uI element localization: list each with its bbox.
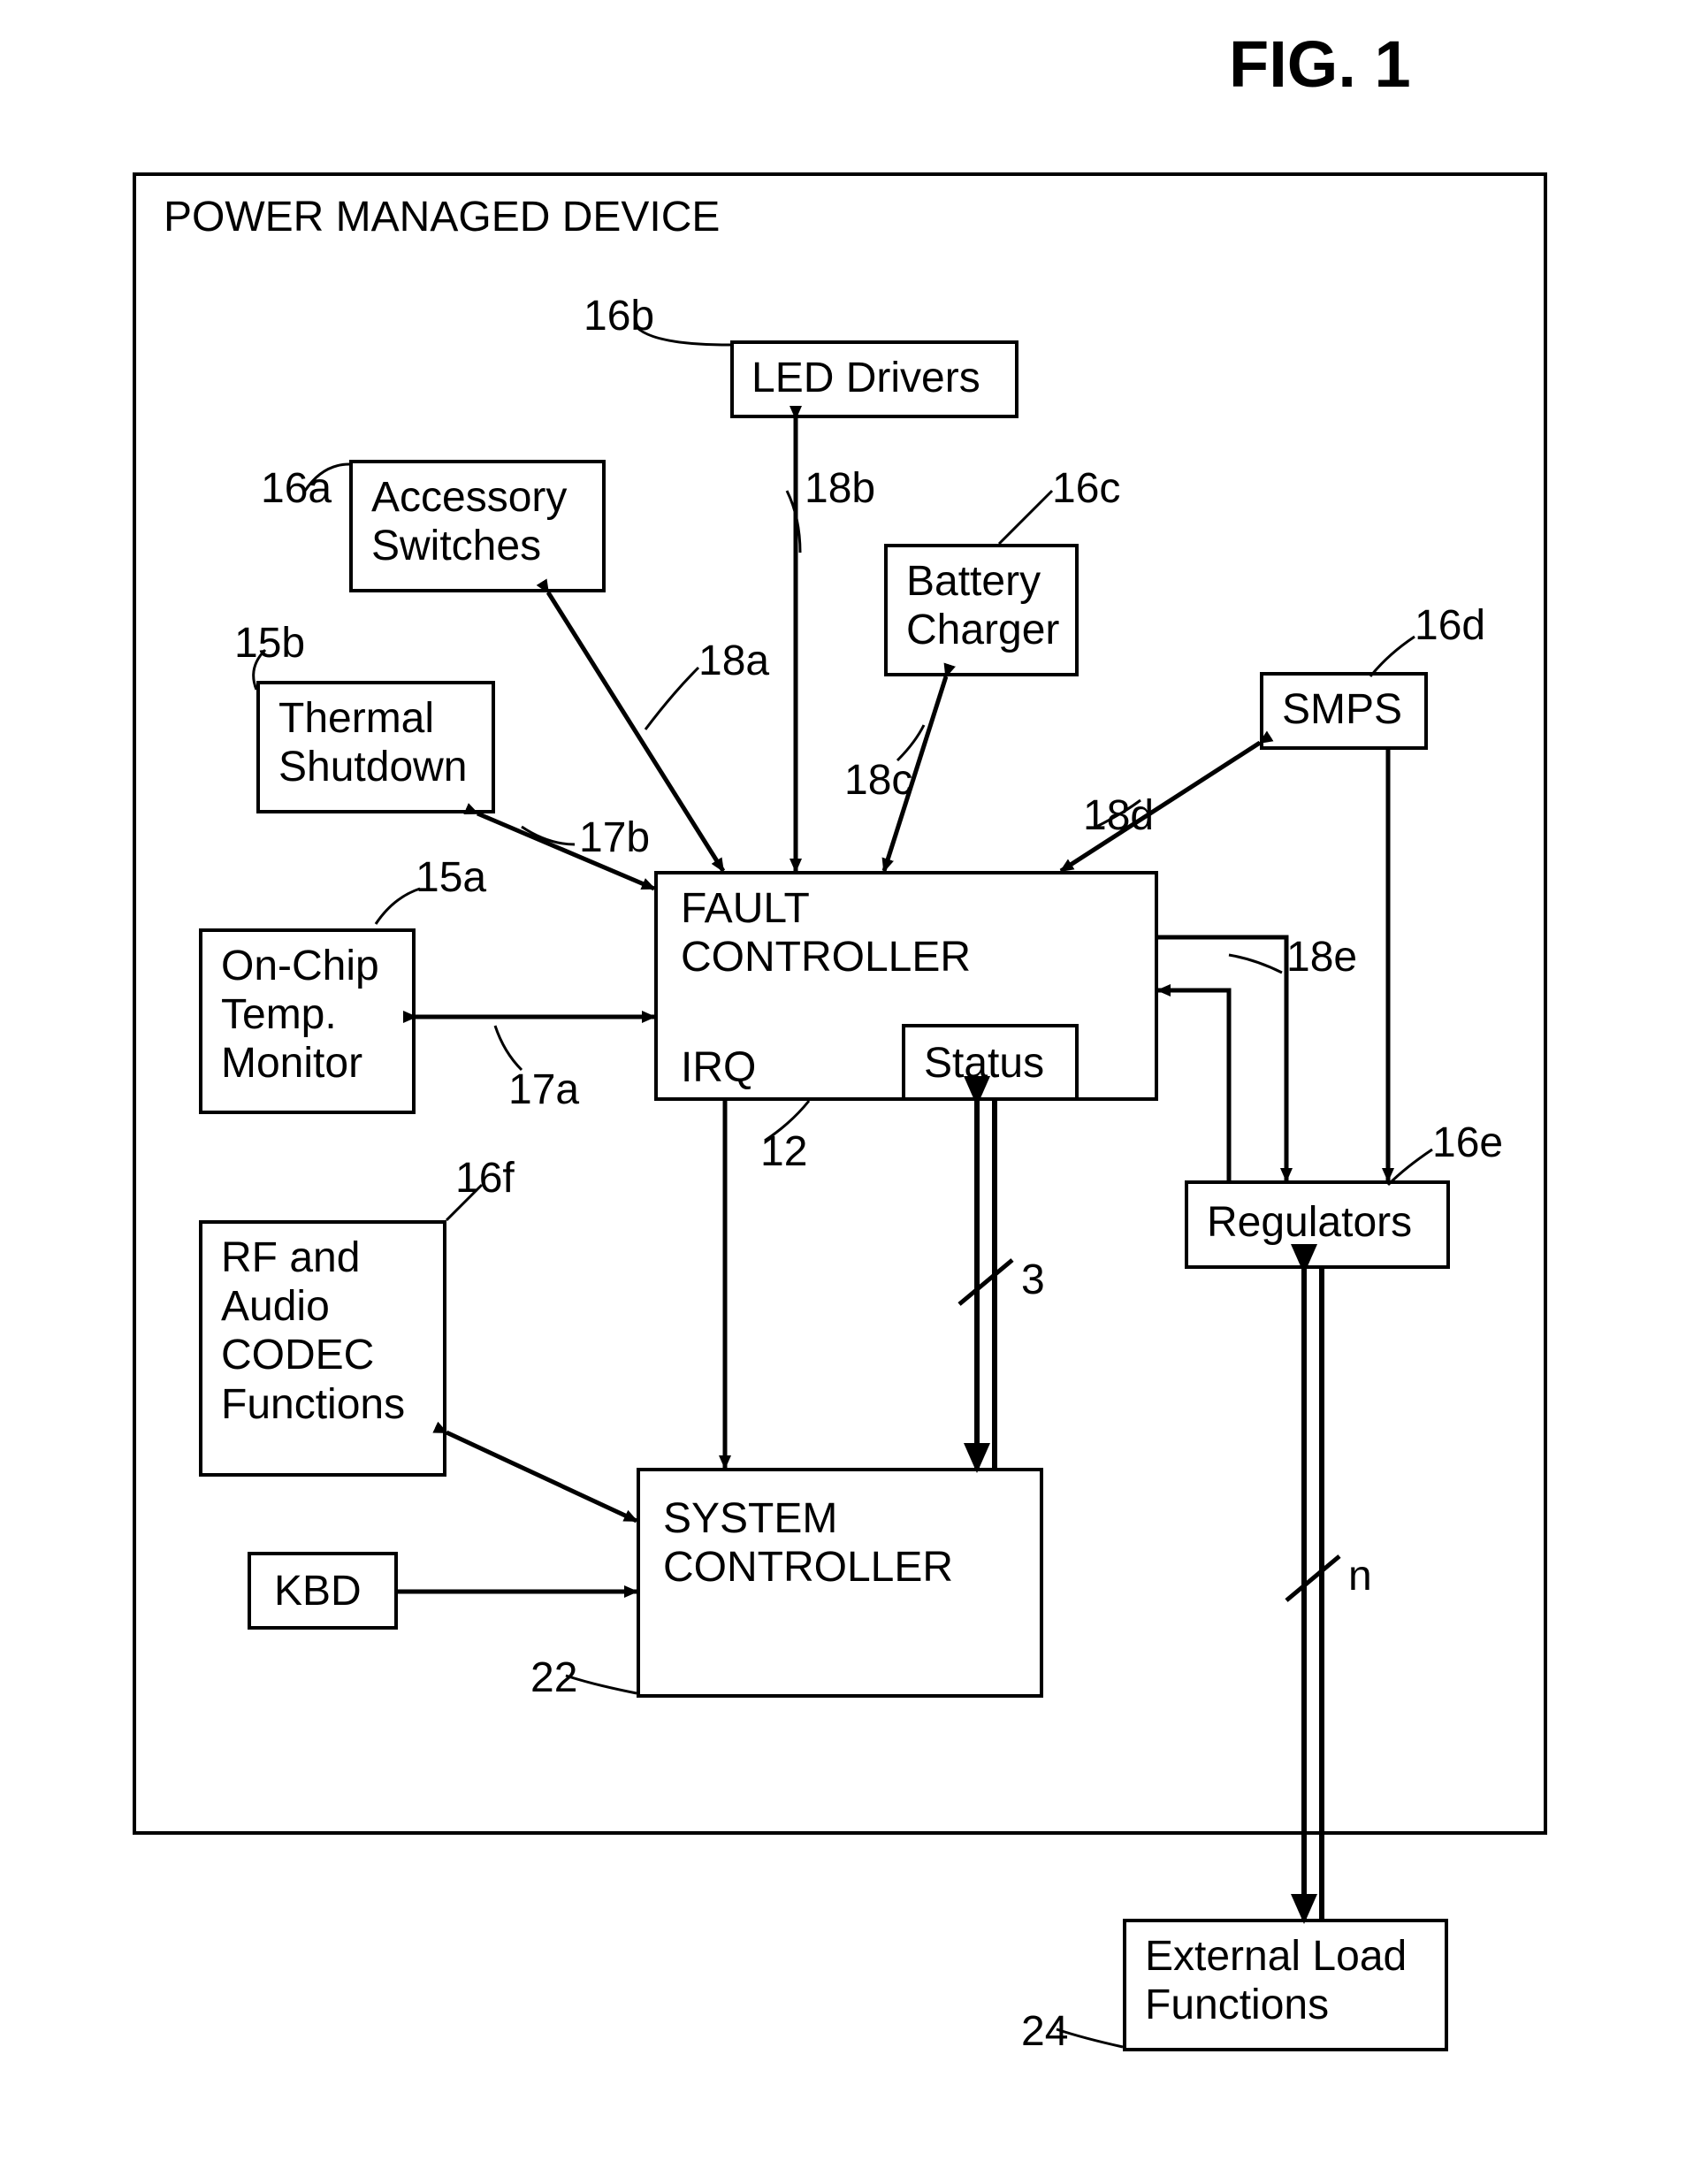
label-kbd: KBD: [274, 1567, 362, 1615]
ref-15b: 15b: [234, 619, 305, 668]
container-title: POWER MANAGED DEVICE: [164, 193, 720, 241]
ref-16c: 16c: [1052, 464, 1120, 513]
label-status: Status: [924, 1039, 1044, 1088]
ref-16f: 16f: [455, 1154, 515, 1203]
ref-18d: 18d: [1083, 791, 1154, 840]
bus-width-n: n: [1348, 1552, 1372, 1600]
ref-16a: 16a: [261, 464, 332, 513]
bus-width-3: 3: [1021, 1256, 1045, 1304]
ref-18c: 18c: [844, 756, 912, 805]
ref-17a: 17a: [508, 1065, 579, 1114]
figure-label: FIG. 1: [1229, 27, 1411, 102]
ref-18a: 18a: [698, 637, 769, 685]
ref-15a: 15a: [416, 853, 486, 902]
label-rf-audio: RF and Audio CODEC Functions: [221, 1233, 405, 1429]
label-irq: IRQ: [681, 1043, 756, 1092]
label-fault-controller: FAULT CONTROLLER: [681, 884, 971, 981]
label-external-load: External Load Functions: [1145, 1932, 1407, 2029]
ref-16e: 16e: [1432, 1119, 1503, 1167]
ref-12: 12: [760, 1127, 807, 1176]
ref-16b: 16b: [584, 292, 654, 340]
ref-18b: 18b: [805, 464, 875, 513]
ref-18e: 18e: [1286, 933, 1357, 981]
label-accessory-switches: Accessory Switches: [371, 473, 567, 570]
ref-17b: 17b: [579, 813, 650, 862]
label-battery-charger: Battery Charger: [906, 557, 1059, 654]
label-system-controller: SYSTEM CONTROLLER: [663, 1494, 953, 1592]
ref-24: 24: [1021, 2007, 1068, 2056]
label-smps: SMPS: [1282, 685, 1402, 734]
label-on-chip-temp: On-Chip Temp. Monitor: [221, 942, 379, 1088]
label-led-drivers: LED Drivers: [751, 354, 980, 402]
label-regulators: Regulators: [1207, 1198, 1412, 1247]
label-thermal-shutdown: Thermal Shutdown: [278, 694, 468, 791]
ref-22: 22: [530, 1653, 577, 1702]
ref-16d: 16d: [1415, 601, 1485, 650]
